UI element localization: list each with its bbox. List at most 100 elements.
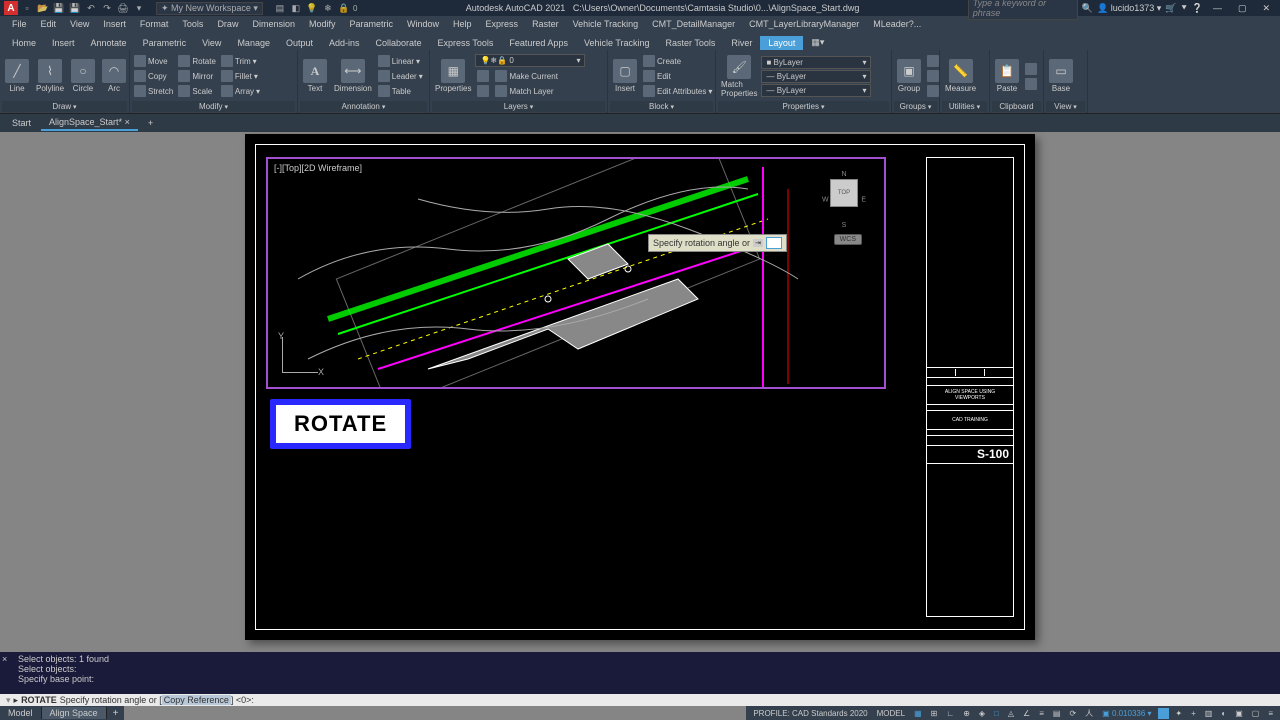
tab-vehicle[interactable]: Vehicle Tracking [576,36,658,50]
edit-attributes-button[interactable]: Edit Attributes ▾ [641,84,714,98]
group-button[interactable]: ▣Group [894,57,924,95]
status-scale[interactable]: ▣ 0.010336 ▾ [1099,709,1154,718]
scale-button[interactable]: Scale [176,84,218,98]
qat-bulb-icon[interactable]: 💡 [305,1,319,15]
qat-layer-icon[interactable]: ◧ [289,1,303,15]
status-annomonitor-icon[interactable]: ⚲ [1158,708,1170,719]
status-osnap-icon[interactable]: □ [991,709,1002,718]
command-history[interactable]: × Select objects: 1 found Select objects… [0,652,1280,694]
group-sub-icon2[interactable] [925,69,941,83]
file-tab-alignspace[interactable]: AlignSpace_Start* × [41,115,138,131]
model-tab-model[interactable]: Model [0,707,42,719]
panel-layers-title[interactable]: Layers [432,101,605,112]
rotation-angle-input[interactable] [766,237,782,249]
status-polar-icon[interactable]: ⊕ [960,709,973,718]
leader-button[interactable]: Leader ▾ [376,69,425,83]
status-lwt-icon[interactable]: ≡ [1036,709,1047,718]
status-annoscale-icon[interactable]: 人 [1082,708,1096,719]
qat-dd-icon[interactable]: ▾ [132,1,146,15]
block-create-button[interactable]: Create [641,54,714,68]
panel-modify-title[interactable]: Modify [132,101,295,112]
tab-expresstools[interactable]: Express Tools [430,36,502,50]
command-line[interactable]: ▾ ▸ ROTATE Specify rotation angle or [Co… [0,694,1280,706]
viewcube[interactable]: N S E W TOP [822,171,866,229]
tab-insert[interactable]: Insert [44,36,83,50]
status-workspace-icon[interactable]: ▥ [1202,709,1216,718]
panel-block-title[interactable]: Block [610,101,713,112]
menu-view[interactable]: View [64,18,95,30]
tab-raster[interactable]: Raster Tools [658,36,724,50]
tab-river[interactable]: River [723,36,760,50]
menu-tools[interactable]: Tools [176,18,209,30]
tab-annotate[interactable]: Annotate [83,36,135,50]
paste-button[interactable]: 📋Paste [992,57,1022,95]
copy-clip-icon[interactable] [1023,77,1039,91]
panel-clipboard-title[interactable]: Clipboard [992,101,1041,112]
qat-redo-icon[interactable]: ↷ [100,1,114,15]
status-isolate-icon[interactable]: ▣ [1232,709,1246,718]
file-tab-start[interactable]: Start [4,116,39,130]
menu-file[interactable]: File [6,18,33,30]
circle-button[interactable]: ○Circle [68,57,98,95]
base-button[interactable]: ▭Base [1046,57,1076,95]
canvas-area[interactable]: [-][Top][2D Wireframe] [0,132,1280,652]
group-sub-icon3[interactable] [925,84,941,98]
menu-express[interactable]: Express [480,18,525,30]
polyline-button[interactable]: ⌇Polyline [33,57,67,95]
close-button[interactable]: ✕ [1256,3,1276,14]
status-iso-icon[interactable]: ◈ [976,709,988,718]
menu-modify[interactable]: Modify [303,18,342,30]
group-sub-icon[interactable] [925,54,941,68]
array-button[interactable]: Array ▾ [219,84,262,98]
match-layer-button[interactable]: Match Layer [493,84,559,98]
dimension-button[interactable]: ⟷Dimension [331,57,375,95]
qat-undo-icon[interactable]: ↶ [84,1,98,15]
tab-home[interactable]: Home [4,36,44,50]
fillet-button[interactable]: Fillet ▾ [219,69,262,83]
rotate-button[interactable]: Rotate [176,54,218,68]
tab-parametric[interactable]: Parametric [135,36,195,50]
cmdwin-close-icon[interactable]: × [2,654,7,664]
stretch-button[interactable]: Stretch [132,84,175,98]
menu-window[interactable]: Window [401,18,445,30]
panel-properties-title[interactable]: Properties [718,101,889,112]
status-otrack-icon[interactable]: ∠ [1020,709,1033,718]
qat-freeze-icon[interactable]: ❄ [321,1,335,15]
status-transparency-icon[interactable]: ▤ [1050,709,1064,718]
layer-dropdown[interactable]: 💡❄🔒 0▾ [475,54,585,67]
qat-open-icon[interactable]: 📂 [36,1,50,15]
text-button[interactable]: AText [300,57,330,95]
layer-icon-1[interactable] [475,69,491,83]
cut-icon[interactable] [1023,62,1039,76]
status-3dosnap-icon[interactable]: ◬ [1005,709,1017,718]
match-properties-button[interactable]: 🖌Match Properties [718,53,760,100]
panel-view-title[interactable]: View [1046,101,1085,112]
linear-button[interactable]: Linear ▾ [376,54,425,68]
cart-icon[interactable]: 🛒 [1165,3,1176,14]
menu-edit[interactable]: Edit [35,18,63,30]
qat-new-icon[interactable]: ▫ [20,1,34,15]
status-ortho-icon[interactable]: ∟ [943,709,957,718]
tab-layout[interactable]: Layout [760,36,803,50]
tab-output[interactable]: Output [278,36,321,50]
qat-save-icon[interactable]: 💾 [52,1,66,15]
tab-extra-icon[interactable]: ▦▾ [803,35,832,50]
menu-layerlib[interactable]: CMT_LayerLibraryManager [743,18,865,30]
menu-format[interactable]: Format [134,18,175,30]
file-tab-close-icon[interactable]: × [125,117,130,127]
status-model[interactable]: MODEL [874,709,908,718]
qat-lock-icon[interactable]: 🔒 [337,1,351,15]
viewcube-top[interactable]: TOP [830,179,858,207]
tab-collaborate[interactable]: Collaborate [368,36,430,50]
menu-dimension[interactable]: Dimension [246,18,301,30]
menu-mleader[interactable]: MLeader?... [867,18,927,30]
make-current-button[interactable]: Make Current [493,69,559,83]
block-edit-button[interactable]: Edit [641,69,714,83]
app-dd-icon[interactable]: ⯆ [1181,3,1188,14]
menu-vehicle[interactable]: Vehicle Tracking [567,18,645,30]
linetype-dropdown[interactable]: — ByLayer▾ [761,84,871,97]
menu-detail[interactable]: CMT_DetailManager [646,18,741,30]
cmd-option[interactable]: Copy Reference [162,695,231,705]
move-button[interactable]: Move [132,54,175,68]
minimize-button[interactable]: — [1207,3,1228,13]
